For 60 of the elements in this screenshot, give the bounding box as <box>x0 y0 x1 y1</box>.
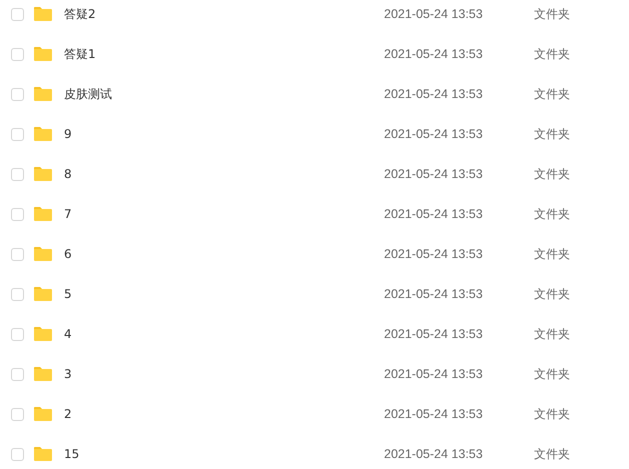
folder-icon <box>33 326 53 342</box>
file-type: 文件夹 <box>534 366 570 382</box>
checkbox[interactable] <box>11 248 24 260</box>
modified-date: 2021-05-24 13:53 <box>384 247 484 261</box>
checkbox[interactable] <box>11 88 24 100</box>
file-name[interactable]: 皮肤测试 <box>64 86 384 102</box>
modified-date: 2021-05-24 13:53 <box>384 287 484 301</box>
file-name[interactable]: 8 <box>64 167 384 181</box>
file-name[interactable]: 2 <box>64 407 384 421</box>
checkbox[interactable] <box>11 168 24 180</box>
folder-icon <box>33 366 53 382</box>
modified-date: 2021-05-24 13:53 <box>384 367 484 381</box>
checkbox[interactable] <box>11 448 24 460</box>
file-type: 文件夹 <box>534 326 570 342</box>
folder-icon <box>33 86 53 102</box>
folder-icon <box>33 406 53 422</box>
checkbox[interactable] <box>11 8 24 20</box>
modified-date: 2021-05-24 13:53 <box>384 167 484 181</box>
folder-icon <box>33 46 53 62</box>
checkbox[interactable] <box>11 208 24 220</box>
file-type: 文件夹 <box>534 126 570 142</box>
file-name[interactable]: 15 <box>64 447 384 461</box>
file-type: 文件夹 <box>534 46 570 62</box>
modified-date: 2021-05-24 13:53 <box>384 87 484 101</box>
file-name[interactable]: 答疑1 <box>64 46 384 62</box>
modified-date: 2021-05-24 13:53 <box>384 7 484 21</box>
modified-date: 2021-05-24 13:53 <box>384 47 484 61</box>
modified-date: 2021-05-24 13:53 <box>384 127 484 141</box>
file-name[interactable]: 答疑2 <box>64 6 384 22</box>
modified-date: 2021-05-24 13:53 <box>384 327 484 341</box>
file-name[interactable]: 6 <box>64 247 384 261</box>
file-name[interactable]: 5 <box>64 287 384 301</box>
file-name[interactable]: 9 <box>64 127 384 141</box>
file-name[interactable]: 4 <box>64 327 384 341</box>
file-type: 文件夹 <box>534 406 570 422</box>
file-type: 文件夹 <box>534 166 570 182</box>
file-type: 文件夹 <box>534 86 570 102</box>
checkbox[interactable] <box>11 328 24 340</box>
modified-date: 2021-05-24 13:53 <box>384 447 484 461</box>
file-type: 文件夹 <box>534 6 570 22</box>
modified-date: 2021-05-24 13:53 <box>384 407 484 421</box>
folder-icon <box>33 246 53 262</box>
folder-icon <box>33 286 53 302</box>
checkbox[interactable] <box>11 368 24 380</box>
folder-icon <box>33 6 53 22</box>
checkbox[interactable] <box>11 128 24 140</box>
checkbox[interactable] <box>11 408 24 420</box>
modified-date: 2021-05-24 13:53 <box>384 207 484 221</box>
file-type: 文件夹 <box>534 286 570 302</box>
file-name[interactable]: 7 <box>64 207 384 221</box>
file-name[interactable]: 3 <box>64 367 384 381</box>
folder-icon <box>33 126 53 142</box>
checkbox[interactable] <box>11 288 24 300</box>
checkbox[interactable] <box>11 48 24 60</box>
file-type: 文件夹 <box>534 246 570 262</box>
file-type: 文件夹 <box>534 206 570 222</box>
folder-icon <box>33 206 53 222</box>
folder-icon <box>33 446 53 462</box>
file-type: 文件夹 <box>534 446 570 462</box>
folder-icon <box>33 166 53 182</box>
